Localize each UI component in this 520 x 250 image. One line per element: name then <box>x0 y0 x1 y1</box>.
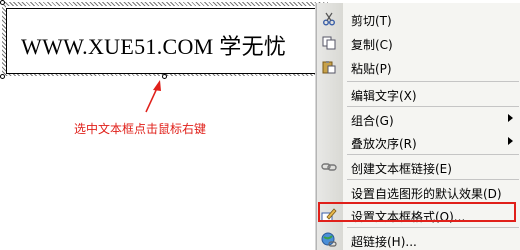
word-document-canvas: WWW.XUE51.COM 学无忧 选中文本框点击鼠标右键 剪切(T) 复制(C… <box>0 0 520 250</box>
menu-separator <box>347 106 519 107</box>
menu-item-edit-text[interactable]: 编辑文字(X) <box>317 83 520 105</box>
menu-label-set-default-shape: 设置自选图形的默认效果(D) <box>351 187 502 201</box>
link-chain-icon <box>321 159 337 175</box>
menu-item-create-textbox-link[interactable]: 创建文本框链接(E) <box>317 156 520 178</box>
menu-separator <box>347 227 519 228</box>
menu-label-create-textbox-link: 创建文本框链接(E) <box>351 162 452 176</box>
copy-icon <box>321 35 337 51</box>
highlight-frame <box>318 202 516 222</box>
menu-item-order[interactable]: 叠放次序(R) <box>317 131 520 153</box>
menu-item-paste[interactable]: 粘贴(P) <box>317 56 520 78</box>
hyperlink-globe-icon <box>321 232 337 248</box>
menu-separator <box>347 81 519 82</box>
menu-item-copy[interactable]: 复制(C) <box>317 32 520 54</box>
menu-item-set-default-shape[interactable]: 设置自选图形的默认效果(D) <box>317 181 520 203</box>
menu-label-edit-text: 编辑文字(X) <box>351 89 417 103</box>
menu-item-hyperlink[interactable]: 超链接(H)... <box>317 229 520 250</box>
submenu-arrow-icon <box>508 137 513 145</box>
menu-label-paste: 粘贴(P) <box>351 62 392 76</box>
menu-label-group: 组合(G) <box>351 114 394 128</box>
paste-icon <box>321 59 337 75</box>
menu-separator <box>347 179 519 180</box>
menu-label-copy: 复制(C) <box>351 38 393 52</box>
submenu-arrow-icon <box>508 114 513 122</box>
menu-separator <box>347 154 519 155</box>
scissors-icon <box>321 11 337 27</box>
annotation-text: 选中文本框点击鼠标右键 <box>74 122 207 136</box>
menu-label-order: 叠放次序(R) <box>351 137 417 151</box>
menu-item-group[interactable]: 组合(G) <box>317 108 520 130</box>
menu-label-cut: 剪切(T) <box>351 14 392 28</box>
menu-item-cut[interactable]: 剪切(T) <box>317 8 520 30</box>
menu-label-hyperlink: 超链接(H)... <box>351 235 417 249</box>
